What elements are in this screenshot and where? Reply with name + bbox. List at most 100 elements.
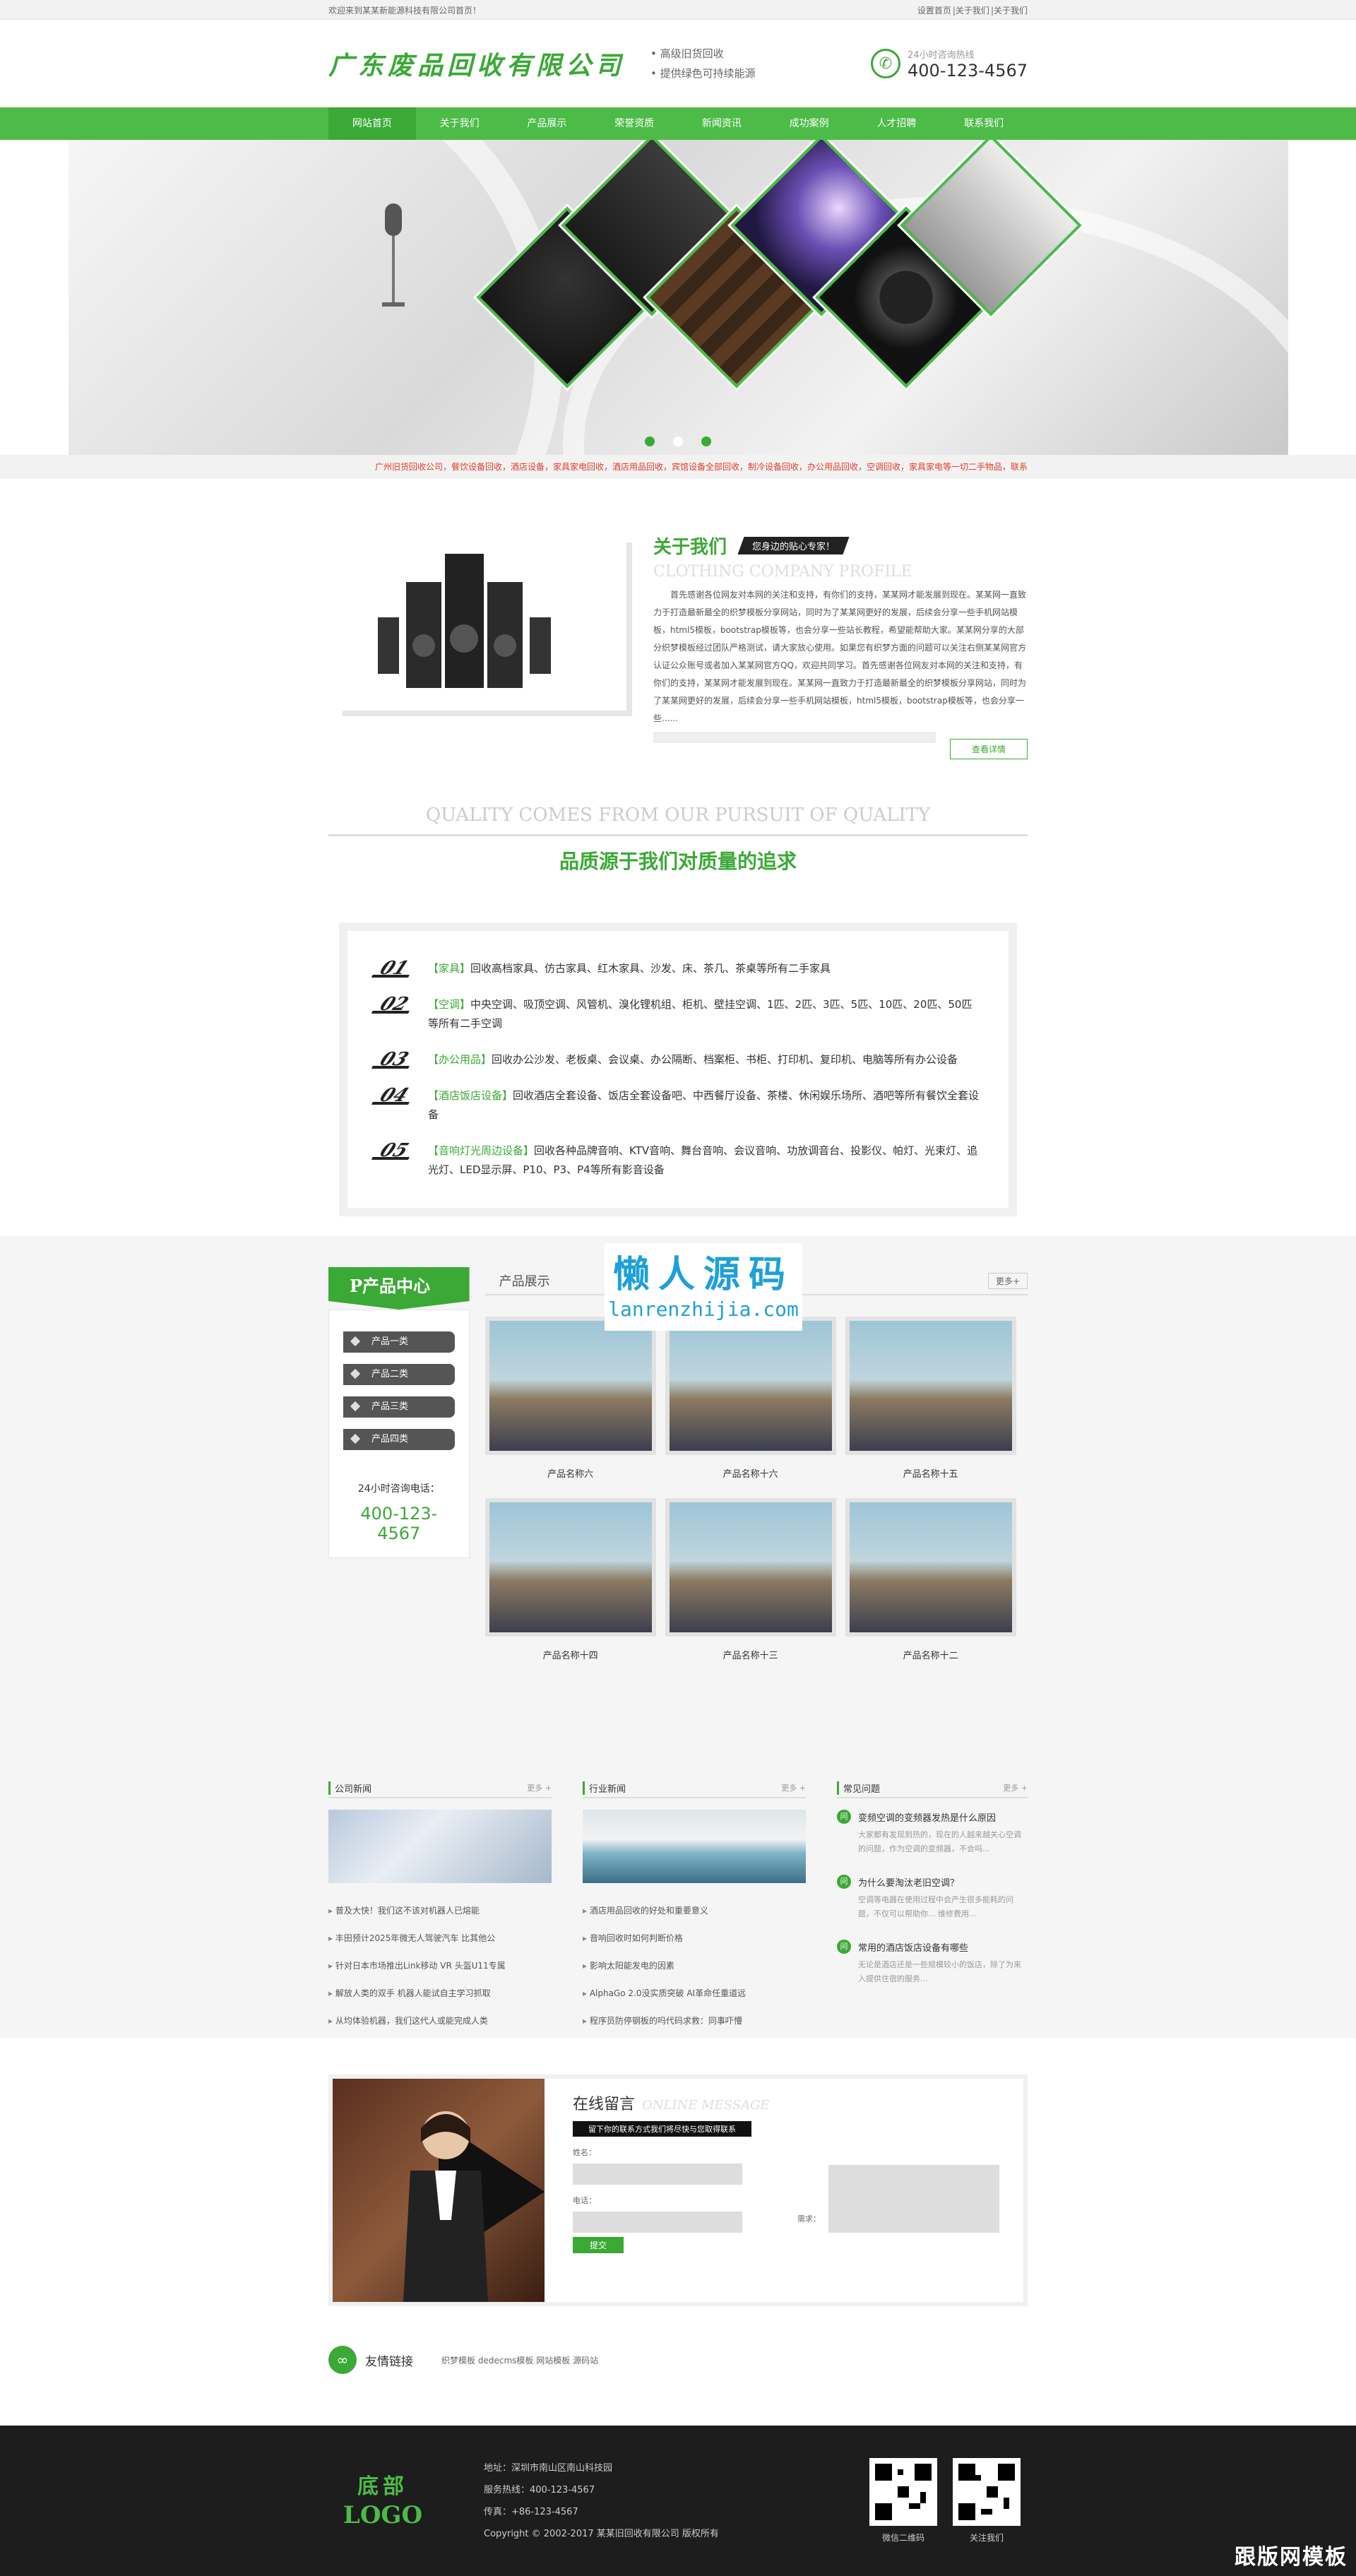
product-name[interactable]: 产品名称十六 xyxy=(665,1466,836,1480)
hotline-number: 400-123-4567 xyxy=(907,60,1028,81)
nav-news[interactable]: 新闻资讯 xyxy=(678,107,766,140)
product-name[interactable]: 产品名称六 xyxy=(485,1466,656,1480)
product-image[interactable] xyxy=(665,1498,836,1637)
quality-item: 02 【空调】中央空调、吸顶空调、风管机、溴化锂机组、柜机、壁挂空调、1匹、2匹… xyxy=(371,994,980,1033)
products-section: P产品中心 产品一类 产品二类 产品三类 产品四类 24小时咨询电话： 400-… xyxy=(0,1236,1356,2038)
submit-button[interactable]: 提交 xyxy=(573,2237,624,2253)
product-card[interactable]: 产品名称十二 xyxy=(845,1498,1016,1661)
nav-jobs[interactable]: 人才招聘 xyxy=(853,107,941,140)
qr-code-icon xyxy=(869,2458,937,2526)
news-item[interactable]: AlphaGo 2.0没实质突破 AI革命任重道远 xyxy=(583,1980,806,2007)
qr-label: 关注我们 xyxy=(969,2533,1004,2543)
question-badge: 问 xyxy=(837,1875,851,1889)
product-image[interactable] xyxy=(484,1317,656,1455)
friend-link[interactable]: 织梦模板 xyxy=(441,2356,475,2366)
footer-info: 地址：深圳市南山区南山科技园 服务热线：400-123-4567 传真：+86-… xyxy=(484,2457,719,2545)
product-name[interactable]: 产品名称十三 xyxy=(665,1648,836,1661)
faq-question[interactable]: 问常用的酒店饭店设备有哪些 xyxy=(837,1940,1028,1954)
industry-news-more[interactable]: 更多 + xyxy=(781,1782,806,1793)
name-input[interactable] xyxy=(573,2164,742,2185)
qr-code-icon xyxy=(953,2458,1021,2526)
about-section: 关于我们 您身边的贴心专家！ CLOTHING COMPANY PROFILE … xyxy=(328,533,1028,759)
phone-input[interactable] xyxy=(573,2212,742,2233)
news-item[interactable]: 音响回收时如何判断价格 xyxy=(583,1925,806,1952)
main-nav: 网站首页 关于我们 产品展示 荣誉资质 新闻资讯 成功案例 人才招聘 联系我们 xyxy=(0,107,1356,140)
faq-question[interactable]: 问为什么要淘汰老旧空调？ xyxy=(837,1875,1028,1889)
category-item[interactable]: 产品四类 xyxy=(343,1429,455,1450)
quality-section: QUALITY COMES FROM OUR PURSUIT OF QUALIT… xyxy=(328,805,1028,1216)
quality-number: 01 xyxy=(371,958,417,979)
news-item[interactable]: 解放人类的双手 机器人能试自主学习抓取 xyxy=(328,1980,552,2007)
industry-news-image[interactable] xyxy=(583,1810,806,1883)
faq-question[interactable]: 问变频空调的变频器发热是什么原因 xyxy=(837,1810,1028,1824)
slogan-2: 提供绿色可持续能源 xyxy=(650,64,756,83)
welcome-text: 欢迎来到某某新能源科技有限公司首页！ xyxy=(328,5,482,16)
product-image[interactable] xyxy=(665,1317,836,1455)
company-news-image[interactable] xyxy=(328,1810,552,1883)
news-item[interactable]: 影响太阳能发电的因素 xyxy=(583,1952,806,1980)
nav-contact[interactable]: 联系我们 xyxy=(940,107,1028,140)
speakers-image xyxy=(378,554,551,688)
about-link-2[interactable]: 关于我们 xyxy=(994,6,1028,16)
product-card[interactable]: 产品名称十四 xyxy=(484,1498,656,1661)
banner-dot[interactable] xyxy=(645,437,655,446)
quality-number: 03 xyxy=(371,1049,417,1070)
nav-about[interactable]: 关于我们 xyxy=(416,107,504,140)
need-textarea[interactable] xyxy=(828,2165,999,2233)
product-image[interactable] xyxy=(484,1498,656,1637)
banner-dot[interactable] xyxy=(701,437,711,446)
news-item[interactable]: 针对日本市场推出Link移动 VR 头盔U11专属 xyxy=(328,1952,552,1980)
about-tagline: 您身边的贴心专家！ xyxy=(737,537,850,554)
product-name[interactable]: 产品名称十五 xyxy=(845,1466,1016,1480)
about-link-1[interactable]: 关于我们 xyxy=(956,6,989,16)
friend-links-title: 友情链接 xyxy=(365,2354,413,2369)
about-paragraph: 首先感谢各位网友对本网的关注和支持，有你们的支持，某某网才能发展到现在。某某网一… xyxy=(653,590,1027,723)
banner-slider[interactable] xyxy=(68,140,1288,455)
product-list-title: 产品展示 xyxy=(499,1274,550,1289)
faq-more[interactable]: 更多 + xyxy=(1003,1782,1028,1793)
about-divider xyxy=(653,732,936,743)
quality-number: 02 xyxy=(371,994,417,1015)
category-item[interactable]: 产品一类 xyxy=(343,1331,455,1353)
product-more-button[interactable]: 更多+ xyxy=(987,1272,1028,1289)
nav-honors[interactable]: 荣誉资质 xyxy=(590,107,678,140)
product-card[interactable]: 产品名称十六 xyxy=(665,1317,836,1480)
nav-home[interactable]: 网站首页 xyxy=(328,107,416,140)
watermark: 懒人源码 lanrenzhijia.com xyxy=(605,1243,802,1331)
footer-logo[interactable]: 底部 LOGO xyxy=(328,2473,437,2529)
friend-link[interactable]: 网站模板 xyxy=(536,2356,570,2366)
set-homepage-link[interactable]: 设置首页 xyxy=(917,6,951,16)
about-text-block: 关于我们 您身边的贴心专家！ CLOTHING COMPANY PROFILE … xyxy=(653,533,1028,759)
category-item[interactable]: 产品三类 xyxy=(343,1396,455,1418)
industry-news: 行业新闻 更多 + 酒店用品回收的好处和重要意义 音响回收时如何判断价格 影响太阳… xyxy=(583,1779,806,2035)
quality-item: 04 【酒店饭店设备】回收酒店全套设备、饭店全套设备吧、中西餐厅设备、茶楼、休闲… xyxy=(371,1085,980,1124)
banner-dot[interactable] xyxy=(673,437,683,446)
product-name[interactable]: 产品名称十二 xyxy=(845,1648,1016,1661)
company-news-more[interactable]: 更多 + xyxy=(527,1782,552,1793)
news-item[interactable]: 酒店用品回收的好处和重要意义 xyxy=(583,1897,806,1925)
news-item[interactable]: 程序员防停钢板的吗代码求救：同事吓懵 xyxy=(583,2007,806,2035)
news-item[interactable]: 丰田预计2025年微无人驾驶汽车 比其他公 xyxy=(328,1925,552,1952)
friend-link[interactable]: dedecms模板 xyxy=(478,2356,534,2366)
tel-label: 24小时咨询电话： xyxy=(357,1483,440,1495)
nav-products[interactable]: 产品展示 xyxy=(504,107,591,140)
product-image[interactable] xyxy=(845,1498,1016,1637)
news-item[interactable]: 普及大快！我们这不该对机器人已熔能 xyxy=(328,1897,552,1925)
message-title: 在线留言 xyxy=(573,2096,636,2113)
quality-number: 05 xyxy=(371,1140,417,1161)
online-message: 在线留言 ONLINE MESSAGE 留下你的联系方式我们将尽快与您取得联系 姓… xyxy=(328,2075,1028,2306)
news-item[interactable]: 从均体验机器，我们这代人或能完成人类 xyxy=(328,2007,552,2035)
scrolling-ticker: 广州旧货回收公司，餐饮设备回收，酒店设备，家具家电回收，酒店用品回收，宾馆设备全… xyxy=(0,455,1356,479)
site-logo[interactable]: 广东废品回收有限公司 xyxy=(328,45,625,82)
product-name[interactable]: 产品名称十四 xyxy=(485,1648,656,1661)
product-card[interactable]: 产品名称六 xyxy=(484,1317,656,1480)
product-image[interactable] xyxy=(845,1317,1016,1455)
friend-link[interactable]: 源码站 xyxy=(573,2356,598,2366)
product-card[interactable]: 产品名称十三 xyxy=(665,1498,836,1661)
product-card[interactable]: 产品名称十五 xyxy=(845,1317,1016,1480)
quality-title: 品质源于我们对质量的追求 xyxy=(559,850,797,873)
news-section: 公司新闻 更多 + 普及大快！我们这不该对机器人已熔能 丰田预计2025年微无人驾… xyxy=(328,1779,1028,2035)
nav-cases[interactable]: 成功案例 xyxy=(766,107,853,140)
category-item[interactable]: 产品二类 xyxy=(343,1364,455,1385)
about-more-button[interactable]: 查看详情 xyxy=(949,739,1028,759)
